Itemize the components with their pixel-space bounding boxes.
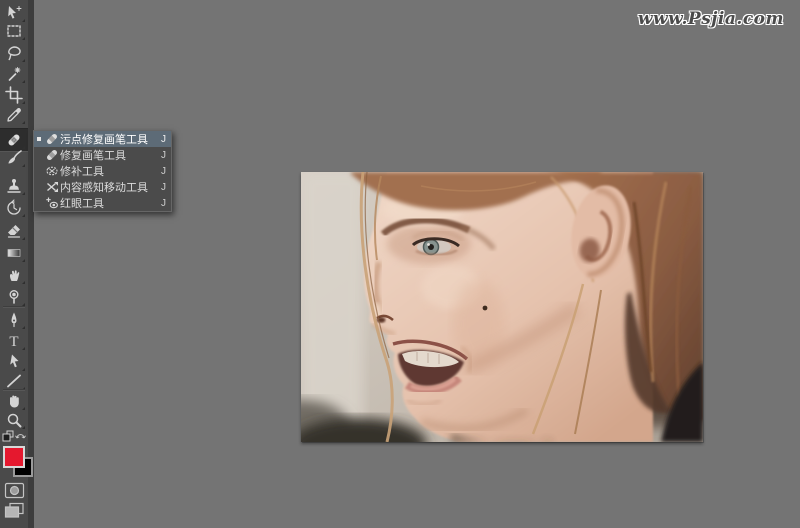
menu-item-label: 修复画笔工具 xyxy=(60,147,152,163)
screen-mode-button[interactable] xyxy=(4,502,25,519)
history-brush-icon xyxy=(5,199,23,217)
menu-item-label: 红眼工具 xyxy=(60,195,152,211)
menu-item-label: 污点修复画笔工具 xyxy=(60,131,152,147)
eyedropper-tool[interactable] xyxy=(5,106,23,124)
gradient-tool[interactable] xyxy=(5,244,23,262)
menu-item-shortcut: J xyxy=(152,198,166,209)
menu-item-healing-brush[interactable]: 修复画笔工具 J xyxy=(34,147,171,163)
move-tool[interactable] xyxy=(5,4,23,22)
pen-icon xyxy=(5,311,23,329)
eraser-tool[interactable] xyxy=(5,222,23,240)
patch-icon xyxy=(44,164,60,178)
foreground-color-swatch[interactable] xyxy=(3,446,25,468)
pen-tool[interactable] xyxy=(5,311,23,329)
tool-flyout-menu: 污点修复画笔工具 J 修复画笔工具 J 修补工具 J 内容感知移动工具 xyxy=(33,130,172,212)
brush-tool[interactable] xyxy=(5,149,23,167)
menu-item-content-aware-move[interactable]: 内容感知移动工具 J xyxy=(34,179,171,195)
photoshop-workspace: www.Psjia.com xyxy=(0,0,800,528)
line-icon xyxy=(5,372,23,390)
smudge-icon xyxy=(5,266,23,284)
red-eye-icon xyxy=(44,196,60,210)
path-selection-icon xyxy=(5,353,23,371)
clone-stamp-icon xyxy=(5,177,23,195)
content-aware-move-icon xyxy=(44,180,60,194)
brush-icon xyxy=(5,149,23,167)
gradient-icon xyxy=(5,244,23,262)
spot-healing-brush-icon xyxy=(44,132,60,146)
menu-item-label: 内容感知移动工具 xyxy=(60,179,152,195)
marquee-tool[interactable] xyxy=(5,22,23,40)
lasso-icon xyxy=(5,44,23,62)
current-tool-bullet xyxy=(34,137,44,141)
menu-item-shortcut: J xyxy=(152,166,166,177)
marquee-icon xyxy=(5,22,23,40)
crop-icon xyxy=(5,86,23,104)
path-selection-tool[interactable] xyxy=(5,353,23,371)
svg-text:T: T xyxy=(9,334,18,350)
history-brush-tool[interactable] xyxy=(5,199,23,217)
lasso-tool[interactable] xyxy=(5,44,23,62)
type-tool[interactable]: T xyxy=(5,332,23,350)
dodge-icon xyxy=(5,288,23,306)
clone-stamp-tool[interactable] xyxy=(5,177,23,195)
menu-item-shortcut: J xyxy=(152,134,166,145)
smudge-tool[interactable] xyxy=(5,266,23,284)
eraser-icon xyxy=(5,222,23,240)
quick-mask-button[interactable] xyxy=(4,482,25,499)
crop-tool[interactable] xyxy=(5,86,23,104)
move-icon xyxy=(5,4,23,22)
magic-wand-icon xyxy=(5,65,23,83)
menu-item-spot-healing-brush[interactable]: 污点修复画笔工具 J xyxy=(34,131,171,147)
menu-item-red-eye[interactable]: 红眼工具 J xyxy=(34,195,171,211)
toolbar-separator xyxy=(3,389,25,391)
menu-item-patch[interactable]: 修补工具 J xyxy=(34,163,171,179)
screen-mode-icon xyxy=(4,502,25,519)
menu-item-shortcut: J xyxy=(152,150,166,161)
magic-wand-tool[interactable] xyxy=(5,65,23,83)
default-colors-icon[interactable] xyxy=(2,430,14,442)
toolbar-edge xyxy=(28,0,34,528)
menu-item-shortcut: J xyxy=(152,182,166,193)
quick-mask-icon xyxy=(4,482,25,499)
spot-healing-brush-icon xyxy=(5,131,23,149)
hand-tool[interactable] xyxy=(5,392,23,410)
menu-item-label: 修补工具 xyxy=(60,163,152,179)
healing-brush-icon xyxy=(44,148,60,162)
hand-icon xyxy=(5,392,23,410)
toolbar-separator xyxy=(3,306,25,308)
zoom-icon xyxy=(5,411,23,429)
eyedropper-icon xyxy=(5,106,23,124)
line-tool[interactable] xyxy=(5,372,23,390)
portrait-photo xyxy=(301,172,703,442)
zoom-tool[interactable] xyxy=(5,411,23,429)
document-image[interactable] xyxy=(301,172,703,442)
spot-healing-brush-tool[interactable] xyxy=(5,131,23,149)
type-icon: T xyxy=(5,332,23,350)
watermark-text: www.Psjia.com xyxy=(638,9,784,29)
toolbar: T xyxy=(0,0,28,528)
dodge-tool[interactable] xyxy=(5,288,23,306)
swap-colors-icon[interactable] xyxy=(15,430,27,442)
